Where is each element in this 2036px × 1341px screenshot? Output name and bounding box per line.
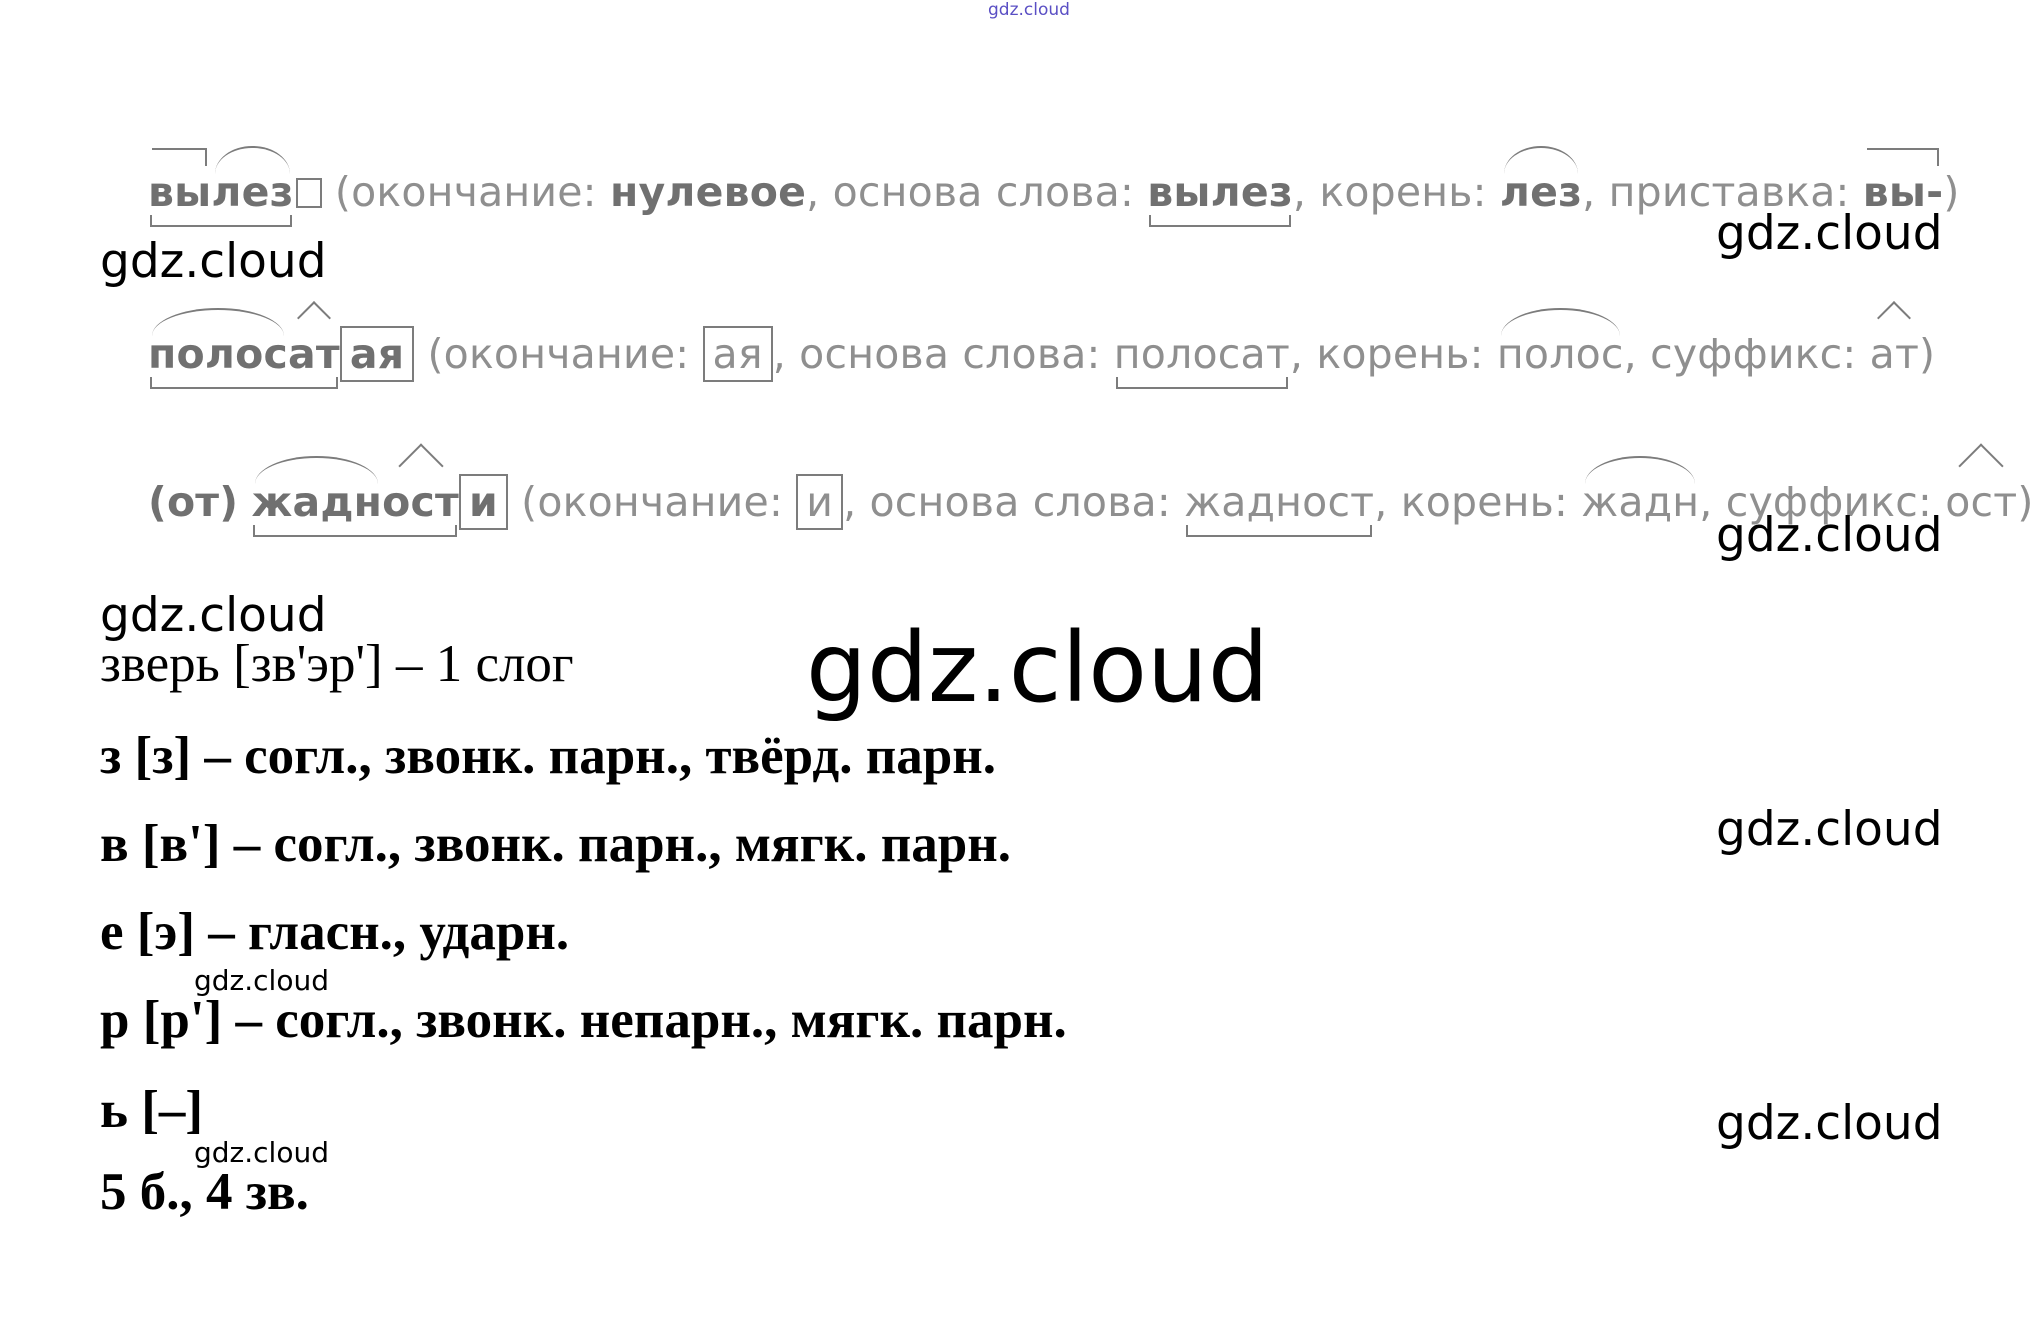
text-mid2: , корень: (1374, 478, 1582, 526)
suffix-at: ат (288, 330, 340, 378)
text-close: ) (1943, 168, 1960, 216)
text-close: ) (1919, 330, 1936, 378)
phonetic-summary: 5 б., 4 зв. (100, 1163, 309, 1221)
ending-value: ая (702, 326, 773, 382)
watermark-top: gdz.cloud (988, 0, 1070, 20)
stem-value: жадност (1184, 478, 1375, 537)
word-zhadnosti: жадност (251, 456, 460, 537)
preposition: (от) (148, 478, 239, 526)
morph-line-1: вылез (окончание: нулевое, основа слова:… (148, 146, 1960, 227)
watermark-label: gdz.cloud (100, 234, 327, 289)
prefix-vy: вы (148, 148, 212, 216)
root-value: лез (1499, 146, 1583, 216)
watermark-label: gdz.cloud (1716, 508, 1943, 563)
phonetic-line: р [р'] – согл., звонк. непарн., мягк. па… (100, 991, 1067, 1049)
ending-value: и (796, 474, 844, 530)
ending-box: ая (339, 326, 415, 382)
root-value: полос (1496, 308, 1624, 378)
watermark-label: gdz.cloud (1716, 802, 1943, 857)
suffix-value: ост (1945, 478, 2018, 526)
text-close: ) (2017, 478, 2034, 526)
text-open: (окончание: (321, 168, 610, 216)
root-zhadn: жадн (251, 456, 383, 526)
word-polosataya: полосат (148, 308, 340, 389)
text-mid2: , корень: (1289, 330, 1497, 378)
text-mid1: , основа слова: (772, 330, 1114, 378)
phonetic-line: в [в'] – согл., звонк. парн., мягк. парн… (100, 815, 1012, 873)
root-value: жадн (1581, 456, 1700, 526)
text-mid2: , корень: (1292, 168, 1500, 216)
stem-value: полосат (1113, 330, 1290, 389)
phonetic-header: зверь [зв'эр'] – 1 слог (100, 635, 574, 693)
ending-value: нулевое (609, 168, 807, 216)
phonetic-line: ь [–] (100, 1081, 204, 1139)
text-open: (окончание: (414, 330, 703, 378)
stem-value: вылез (1147, 168, 1293, 227)
phonetic-line: з [з] – согл., звонк. парн., твёрд. парн… (100, 727, 997, 785)
suffix-value: ат (1869, 330, 1920, 378)
ending-box-empty (295, 178, 322, 208)
ending-box: и (459, 474, 508, 530)
watermark-label: gdz.cloud (1716, 206, 1943, 261)
watermark-label: gdz.cloud (1716, 1096, 1943, 1151)
text-mid1: , основа слова: (843, 478, 1185, 526)
text-mid1: , основа слова: (806, 168, 1148, 216)
watermark-big: gdz.cloud (806, 612, 1269, 724)
morph-line-2: полосат ая (окончание: ая, основа слова: … (148, 308, 1936, 389)
text-open: (окончание: (507, 478, 797, 526)
word-vylez: вылез (148, 146, 294, 227)
text-mid3: , суффикс: (1623, 330, 1870, 378)
root-polos: полос (148, 308, 288, 378)
suffix-ost: ост (382, 478, 460, 526)
root-lez: лез (211, 146, 294, 216)
phonetic-line: е [э] – гласн., ударн. (100, 903, 570, 961)
